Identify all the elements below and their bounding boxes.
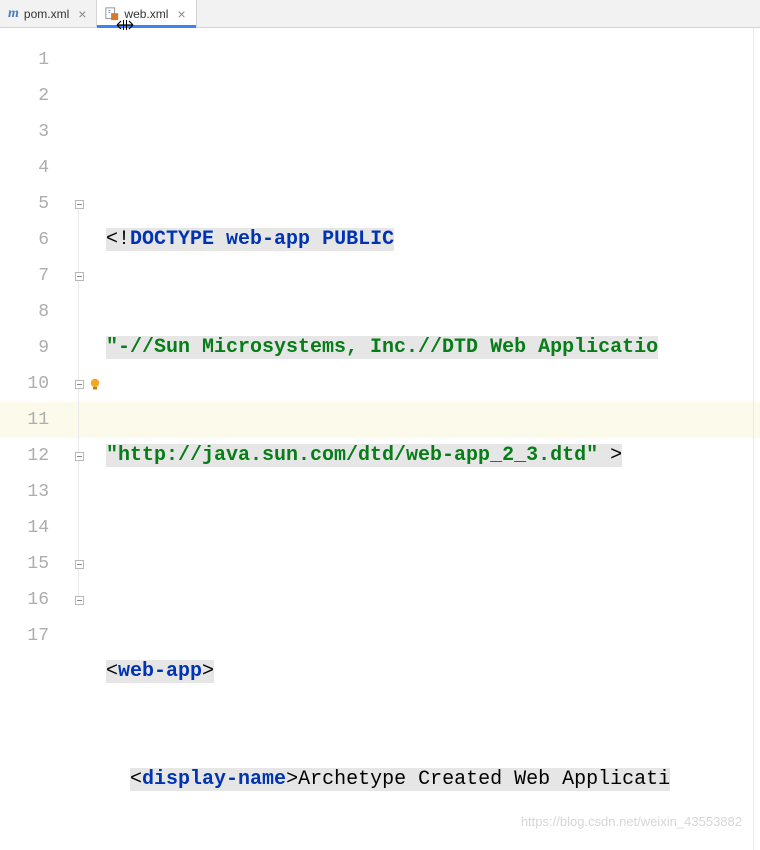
fold-end-icon[interactable] — [72, 582, 86, 618]
line-number: 13 — [8, 474, 49, 510]
line-number: 17 — [8, 618, 49, 654]
code-line[interactable]: "-//Sun Microsystems, Inc.//DTD Web Appl… — [104, 330, 760, 366]
maven-icon: m — [8, 6, 19, 22]
line-number: 14 — [8, 510, 49, 546]
tab-web[interactable]: web.xml × — [97, 0, 196, 27]
fold-end-icon[interactable] — [72, 546, 86, 582]
line-number: 4 — [8, 150, 49, 186]
line-number: 15 — [8, 546, 49, 582]
tab-pom[interactable]: m pom.xml × — [0, 0, 97, 27]
line-number: 3 — [8, 114, 49, 150]
tab-label: pom.xml — [24, 7, 69, 21]
line-number: 6 — [8, 222, 49, 258]
code-line[interactable]: <!DOCTYPE web-app PUBLIC — [104, 222, 760, 258]
annotation-gutter — [86, 28, 104, 850]
line-number: 5 — [8, 186, 49, 222]
code-line[interactable]: <web-app> — [104, 654, 760, 690]
watermark-text: https://blog.csdn.net/weixin_43553882 — [521, 804, 742, 840]
close-icon[interactable]: × — [76, 6, 88, 22]
fold-toggle-icon[interactable] — [72, 258, 86, 294]
line-number: 8 — [8, 294, 49, 330]
code-line[interactable]: "http://java.sun.com/dtd/web-app_2_3.dtd… — [104, 438, 760, 474]
close-icon[interactable]: × — [175, 6, 187, 22]
line-number: 1 — [8, 42, 49, 78]
tab-bar: m pom.xml × web.xml × — [0, 0, 760, 28]
code-line[interactable] — [104, 546, 760, 582]
editor-area[interactable]: 1 2 3 4 5 6 7 8 9 10 11 12 13 14 15 16 1… — [0, 28, 760, 850]
code-line[interactable]: <display-name>Archetype Created Web Appl… — [104, 762, 760, 798]
line-number: 12 — [8, 438, 49, 474]
drag-cursor-icon — [116, 18, 134, 35]
line-number: 2 — [8, 78, 49, 114]
lightbulb-icon[interactable] — [86, 366, 104, 402]
fold-end-icon[interactable] — [72, 366, 86, 402]
fold-toggle-icon[interactable] — [72, 438, 86, 474]
code-content[interactable]: <!DOCTYPE web-app PUBLIC "-//Sun Microsy… — [104, 28, 760, 850]
line-number-gutter: 1 2 3 4 5 6 7 8 9 10 11 12 13 14 15 16 1… — [0, 28, 72, 850]
line-number: 10 — [8, 366, 49, 402]
line-number: 9 — [8, 330, 49, 366]
line-number: 7 — [8, 258, 49, 294]
line-number: 16 — [8, 582, 49, 618]
fold-toggle-icon[interactable] — [72, 186, 86, 222]
warning-underline-icon — [112, 176, 126, 184]
fold-gutter — [72, 28, 86, 850]
line-number: 11 — [8, 402, 49, 438]
